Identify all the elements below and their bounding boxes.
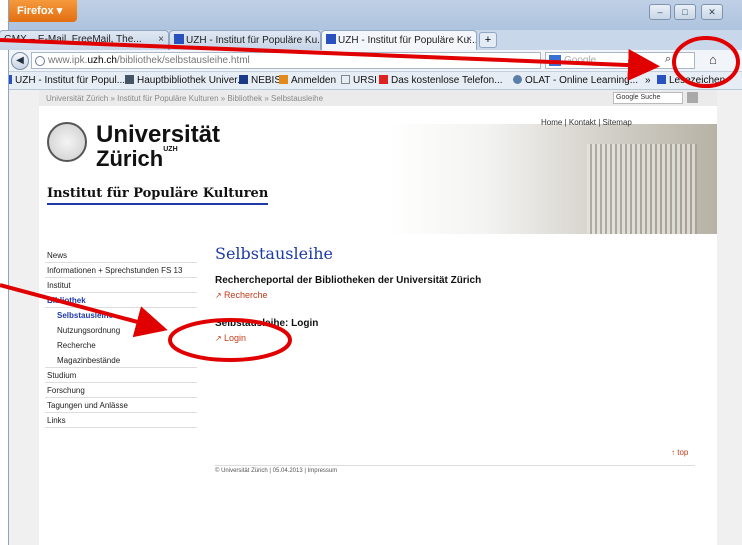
- tab-gmx[interactable]: GMX – E-Mail, FreeMail, The... ×: [0, 30, 169, 50]
- uzh-seal-logo[interactable]: [47, 122, 87, 162]
- sidebar-item-nutzungsordnung[interactable]: Nutzungsordnung: [45, 323, 197, 338]
- back-button[interactable]: ◀: [11, 52, 29, 70]
- top-links[interactable]: Home | Kontakt | Sitemap: [541, 118, 632, 127]
- sidebar-nav: News Informationen + Sprechstunden FS 13…: [45, 248, 197, 428]
- uzh-favicon-icon: [174, 34, 184, 44]
- tab-label: UZH - Institut für Populäre Ku...: [338, 35, 477, 46]
- google-icon: [549, 55, 561, 66]
- institute-title[interactable]: Institut für Populäre Kulturen: [47, 186, 269, 205]
- bookmark-uzh[interactable]: UZH - Institut für Popul...: [9, 75, 125, 86]
- minimize-button[interactable]: –: [649, 4, 671, 20]
- url-bar[interactable]: www.ipk.uzh.ch/bibliothek/selbstausleihe…: [31, 52, 541, 69]
- login-link[interactable]: Login: [215, 333, 695, 343]
- top-link[interactable]: ↑ top: [671, 448, 688, 457]
- bookmark-lesezeichen[interactable]: Lesezeichen: [657, 75, 725, 86]
- header-photo: [389, 124, 717, 234]
- sidebar-item-links[interactable]: Links: [45, 413, 197, 428]
- title-bar: Firefox ▾ – □ ✕: [9, 0, 742, 30]
- url-path: /bibliothek/selbstausleihe.html: [116, 55, 250, 66]
- bookmark-nebis[interactable]: NEBIS: [239, 75, 281, 86]
- url-domain: uzh.ch: [87, 55, 117, 66]
- search-icon[interactable]: ⌕: [665, 53, 679, 67]
- sidebar-item-forschung[interactable]: Forschung: [45, 383, 197, 398]
- recherche-link[interactable]: Recherche: [215, 290, 695, 300]
- bookmark-ursi[interactable]: URSI: [341, 75, 377, 86]
- close-window-button[interactable]: ✕: [701, 4, 723, 20]
- sidebar-item-bibliothek[interactable]: Bibliothek: [45, 293, 197, 308]
- uni-name-line2: ZürichUZH: [96, 146, 178, 171]
- url-prefix: www.ipk.: [48, 55, 88, 66]
- sidebar-item-informationen[interactable]: Informationen + Sprechstunden FS 13: [45, 263, 197, 278]
- olat-icon: [513, 75, 522, 84]
- bookmark-anmelden[interactable]: Anmelden: [279, 75, 336, 86]
- tab-label: GMX – E-Mail, FreeMail, The...: [4, 34, 142, 45]
- uzh-favicon-icon: [326, 34, 336, 44]
- tab-uzh-1[interactable]: UZH - Institut für Populäre Ku...: [169, 30, 321, 50]
- tab-uzh-active[interactable]: UZH - Institut für Populäre Ku... ×: [321, 30, 477, 50]
- maximize-button[interactable]: □: [674, 4, 696, 20]
- sidebar-item-selbstausleihe[interactable]: Selbstausleihe: [45, 308, 197, 323]
- firefox-menu-button[interactable]: Firefox ▾: [9, 0, 77, 22]
- navigation-bar: ◀ www.ipk.uzh.ch/bibliothek/selbstauslei…: [9, 50, 742, 72]
- section-heading-recherche: Rechercheportal der Bibliotheken der Uni…: [215, 275, 482, 286]
- page-content: Universität Zürich » Institut für Populä…: [39, 90, 717, 545]
- new-tab-button[interactable]: +: [479, 32, 497, 48]
- uni-name-line1: Universität: [96, 121, 221, 148]
- google-search-input[interactable]: Google Suche: [613, 92, 683, 104]
- bookmarks-overflow-chevron[interactable]: »: [645, 75, 651, 86]
- bookmarks-icon: [657, 75, 666, 84]
- sidebar-item-magazinbestaende[interactable]: Magazinbestände: [45, 353, 197, 368]
- firefox-menu-label: Firefox: [17, 5, 54, 17]
- sidebar-item-studium[interactable]: Studium: [45, 368, 197, 383]
- sidebar-item-recherche[interactable]: Recherche: [45, 338, 197, 353]
- bookmark-hauptbibliothek[interactable]: Hauptbibliothek Univer...: [125, 75, 245, 86]
- windows-icon: [279, 75, 288, 84]
- tab-label: UZH - Institut für Populäre Ku...: [186, 35, 321, 46]
- library-icon: [125, 75, 134, 84]
- bookmarks-toolbar: UZH - Institut für Popul... Hauptbibliot…: [9, 72, 742, 90]
- tab-bar: GMX – E-Mail, FreeMail, The... × UZH - In…: [0, 30, 742, 50]
- nebis-icon: [239, 75, 248, 84]
- google-search-button[interactable]: [687, 92, 698, 103]
- browser-window: Firefox ▾ – □ ✕ GMX – E-Mail, FreeMail, …: [0, 0, 742, 545]
- sidebar-item-institut[interactable]: Institut: [45, 278, 197, 293]
- skype-icon: [379, 75, 388, 84]
- section-heading-login: Selbstausleihe: Login: [215, 318, 319, 329]
- uzh-favicon-icon: [9, 75, 12, 84]
- page-icon: [341, 75, 350, 84]
- search-placeholder: Google: [564, 55, 597, 66]
- main-content: Selbstausleihe Rechercheportal der Bibli…: [215, 244, 695, 343]
- close-tab-icon[interactable]: ×: [466, 34, 472, 45]
- page-title: Selbstausleihe: [215, 244, 333, 263]
- home-icon[interactable]: ⌂: [709, 52, 717, 67]
- bookmark-olat[interactable]: OLAT - Online Learning...: [513, 75, 638, 86]
- page-viewport: Universität Zürich » Institut für Populä…: [9, 90, 742, 545]
- close-tab-icon[interactable]: ×: [158, 34, 164, 45]
- globe-icon: [35, 56, 45, 66]
- sidebar-item-news[interactable]: News: [45, 248, 197, 263]
- footer: © Universität Zürich | 05.04.2013 | Impr…: [215, 465, 695, 474]
- bookmark-telefon[interactable]: Das kostenlose Telefon...: [379, 75, 503, 86]
- sidebar-item-tagungen[interactable]: Tagungen und Anlässe: [45, 398, 197, 413]
